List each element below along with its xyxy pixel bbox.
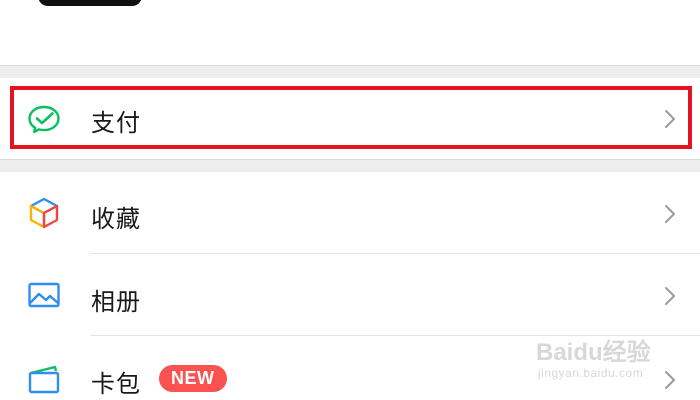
menu-item-album[interactable]: 相册 [0, 254, 700, 336]
section-divider [0, 65, 700, 78]
menu-item-label: 收藏 [91, 205, 141, 233]
menu-item-label: 卡包 [91, 370, 141, 398]
section-divider [0, 159, 700, 172]
menu-item-label: 支付 [91, 109, 141, 137]
new-badge: NEW [159, 365, 227, 392]
chevron-right-icon [665, 110, 675, 128]
favorites-cube-icon [29, 197, 59, 229]
album-picture-icon [28, 282, 60, 308]
profile-button-edge[interactable] [38, 0, 142, 6]
chevron-right-icon [665, 287, 675, 305]
chevron-right-icon [665, 371, 675, 389]
chevron-right-icon [665, 205, 675, 223]
menu-item-favorites[interactable]: 收藏 [0, 172, 700, 254]
menu-item-cards[interactable]: 卡包 NEW [0, 336, 700, 400]
wechat-pay-icon [28, 105, 60, 134]
card-wallet-icon [28, 365, 60, 394]
profile-card-bottom [0, 0, 700, 65]
wechat-me-screen: 支付 收藏 相册 卡包 NEW Baidu经验 jingyan.baidu.co… [0, 0, 700, 400]
menu-item-label: 相册 [91, 288, 141, 316]
menu-item-pay[interactable]: 支付 [0, 78, 700, 159]
